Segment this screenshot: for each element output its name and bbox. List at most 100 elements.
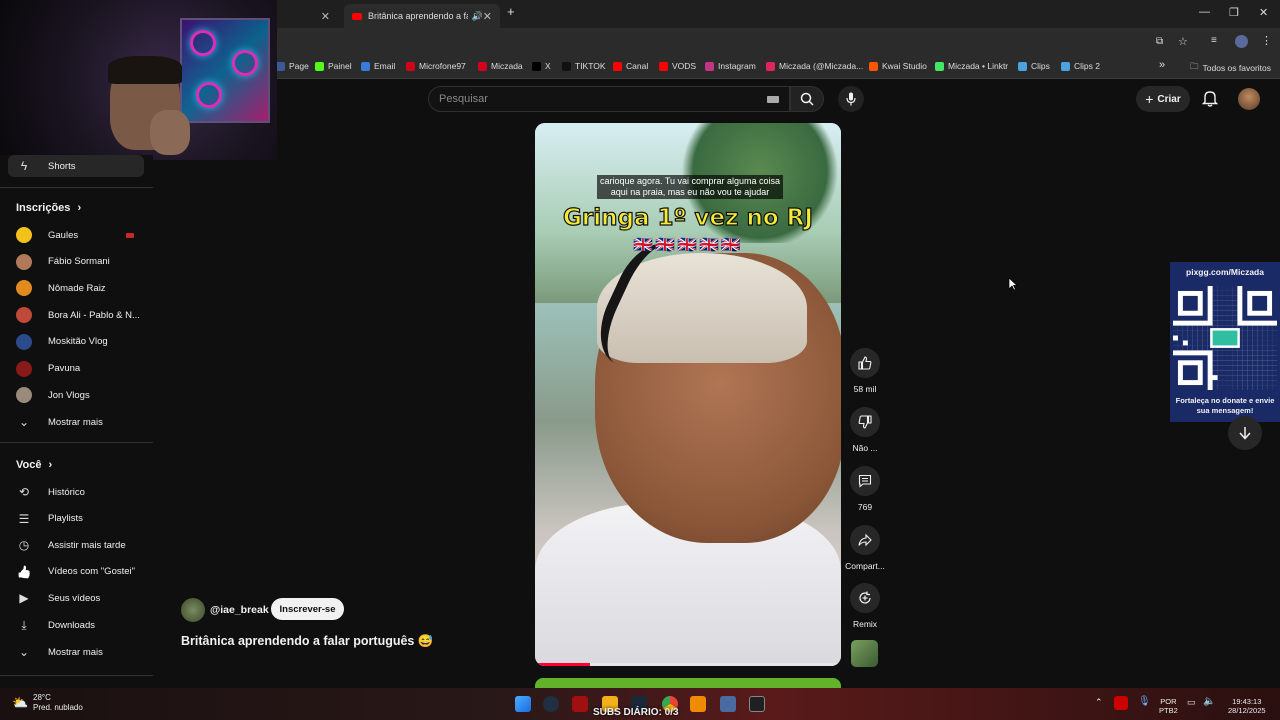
remix-button[interactable]: Remix <box>844 583 886 629</box>
search-input[interactable]: Pesquisar <box>428 86 790 112</box>
sidebar-item-label: Mostrar mais <box>48 416 103 428</box>
sidebar-channel-item[interactable]: Fábio Sormani <box>8 251 144 273</box>
dislike-button[interactable]: Não ... <box>844 407 886 453</box>
bookmark-item[interactable]: Canal <box>613 61 648 71</box>
close-tab-icon[interactable]: ✕ <box>321 10 330 23</box>
sidebar-item-video[interactable]: ▶ Seus vídeos <box>8 587 144 609</box>
browser-tab-active[interactable]: Britânica aprendendo a falar 🔊 ✕ <box>344 4 500 28</box>
chevron-up-icon[interactable]: ⌃ <box>1095 697 1103 708</box>
microphone-icon[interactable]: 🎙 <box>1138 696 1151 707</box>
search-button[interactable] <box>790 86 824 112</box>
install-app-icon[interactable]: ⧉ <box>1156 36 1163 47</box>
progress-bar[interactable] <box>535 663 591 666</box>
sidebar-item-label: Mostrar mais <box>48 646 103 658</box>
bookmark-item[interactable]: Miczada <box>478 61 523 71</box>
close-tab-icon[interactable]: ✕ <box>483 10 492 23</box>
you-header[interactable]: Você › <box>16 459 52 471</box>
next-short-preview[interactable] <box>535 678 841 688</box>
bookmark-label: Clips 2 <box>1074 61 1100 71</box>
playlist-icon: ☰ <box>18 511 30 526</box>
all-favorites-folder[interactable]: 🗀 Todos os favoritos <box>1190 61 1271 75</box>
bookmark-item[interactable]: Clips <box>1018 61 1050 71</box>
clock[interactable]: 19:43:13 28/12/2025 <box>1228 697 1266 715</box>
short-video-player[interactable]: carioque agora. Tu vai comprar alguma co… <box>535 123 841 666</box>
browser-tab[interactable]: ✕ <box>280 4 338 28</box>
sidebar-channel-item[interactable]: Gaules <box>8 224 144 246</box>
language-code: POR <box>1160 697 1177 706</box>
bookmark-item[interactable]: Clips 2 <box>1061 61 1100 71</box>
notifications-button[interactable] <box>1201 89 1219 112</box>
bookmark-item[interactable]: Kwai Studio <box>869 61 927 71</box>
sidebar-item-clock[interactable]: ◷ Assistir mais tarde <box>8 534 144 556</box>
menu-kebab-icon[interactable]: ⋮ <box>1261 34 1272 47</box>
bookmark-item[interactable]: X <box>532 61 551 71</box>
sidebar-item-shorts[interactable]: ϟ Shorts <box>8 155 144 177</box>
bookmark-label: Miczada <box>491 61 523 71</box>
bookmark-item[interactable]: TIKTOK <box>562 61 606 71</box>
tray-app-icon[interactable] <box>1114 696 1128 710</box>
subscriptions-header-label: Inscrições <box>16 202 71 214</box>
pix-message: Fortaleça no donate e envie sua mensagem… <box>1175 396 1275 415</box>
weather-widget[interactable]: 28°C Pred. nublado <box>33 693 83 713</box>
subscriptions-header[interactable]: Inscrições › <box>16 202 81 214</box>
app-icon[interactable] <box>690 696 706 712</box>
bookmark-item[interactable]: Miczada (@Miczada... <box>766 61 863 71</box>
volume-icon[interactable]: 🔈 <box>1203 696 1215 707</box>
search-placeholder: Pesquisar <box>439 93 488 105</box>
sound-thumbnail[interactable] <box>851 640 878 667</box>
network-icon[interactable]: ▭ <box>1187 697 1196 708</box>
keyboard-icon[interactable] <box>767 96 779 103</box>
more-bookmarks-icon[interactable]: » <box>1159 59 1165 71</box>
obs-icon[interactable] <box>749 696 765 712</box>
show-more-you[interactable]: ⌄ Mostrar mais <box>8 641 144 663</box>
star-icon[interactable]: ☆ <box>1178 35 1188 48</box>
bookmark-item[interactable]: Email <box>361 61 395 71</box>
app-icon[interactable] <box>720 696 736 712</box>
sidebar-channel-item[interactable]: Bora Ali - Pablo & N... <box>8 304 144 326</box>
share-label: Compart... <box>845 561 885 571</box>
new-tab-button[interactable]: + <box>507 4 515 19</box>
sidebar-channel-item[interactable]: Jon Vlogs <box>8 384 144 406</box>
audio-playing-icon[interactable]: 🔊 <box>472 11 483 22</box>
sidebar-item-download[interactable]: ⤓ Downloads <box>8 614 144 636</box>
comments-button[interactable]: 769 <box>844 466 886 512</box>
creator-handle[interactable]: @iae_break <box>210 604 269 616</box>
profile-icon[interactable] <box>1235 35 1248 48</box>
show-more-subscriptions[interactable]: ⌄ Mostrar mais <box>8 411 144 433</box>
sidebar-channel-item[interactable]: Nômade Raiz <box>8 277 144 299</box>
sidebar-channel-item[interactable]: Moskitão Vlog <box>8 331 144 353</box>
user-avatar[interactable] <box>1238 88 1260 110</box>
minimize-button[interactable]: — <box>1199 6 1210 18</box>
language-indicator[interactable]: POR PTB2 <box>1159 697 1178 715</box>
divider <box>0 187 153 188</box>
history-icon: ⟲ <box>18 485 30 499</box>
bookmark-favicon-icon <box>315 61 324 71</box>
all-favorites-label: Todos os favoritos <box>1202 63 1272 73</box>
bookmark-item[interactable]: Painel <box>315 61 352 71</box>
settings-gear-icon[interactable] <box>543 696 559 712</box>
sidebar-item-playlist[interactable]: ☰ Playlists <box>8 508 144 530</box>
youtube-favicon-icon <box>352 12 362 20</box>
create-button[interactable]: + Criar <box>1136 86 1190 112</box>
windows-start-icon[interactable] <box>515 696 531 712</box>
next-video-button[interactable] <box>1228 416 1262 450</box>
share-button[interactable]: Compart... <box>844 525 886 571</box>
bookmark-item[interactable]: VODS <box>659 61 696 71</box>
bookmark-item[interactable]: Instagram <box>705 61 756 71</box>
like-button[interactable]: 58 mil <box>844 348 886 394</box>
bookmark-item[interactable]: Miczada • Linktr <box>935 61 1008 71</box>
bookmark-item[interactable]: Page <box>276 61 309 71</box>
sidebar-item-thumbs-up[interactable]: 👍 Vídeos com "Gostei" <box>8 561 144 583</box>
sidebar-item-history[interactable]: ⟲ Histórico <box>8 481 144 503</box>
voice-search-button[interactable] <box>838 86 864 112</box>
creator-avatar[interactable] <box>181 598 205 622</box>
sidebar-channel-item[interactable]: Pavuna <box>8 358 144 380</box>
app-icon[interactable] <box>572 696 588 712</box>
subscribe-button[interactable]: Inscrever-se <box>271 598 344 620</box>
bookmark-label: Microfone97 <box>419 61 466 71</box>
channel-avatar <box>16 387 32 404</box>
maximize-button[interactable]: ❐ <box>1229 6 1239 19</box>
close-window-button[interactable]: ✕ <box>1259 6 1268 19</box>
media-control-icon[interactable]: ≡ <box>1211 35 1217 46</box>
bookmark-item[interactable]: Microfone97 <box>406 61 466 71</box>
